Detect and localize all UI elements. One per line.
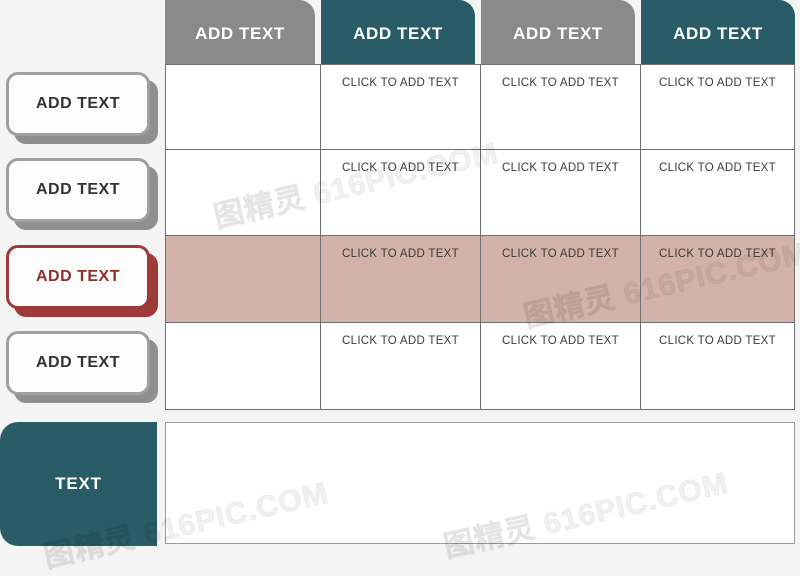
row-label-card-2[interactable]: ADD TEXT [6, 158, 158, 230]
table-cell-r1-c4[interactable]: CLICK TO ADD TEXT [641, 64, 795, 150]
row-label-text: ADD TEXT [36, 181, 120, 198]
row-label-card-face: ADD TEXT [6, 72, 150, 136]
table-cell-r3-c1[interactable] [165, 236, 321, 323]
column-header-1[interactable]: ADD TEXT [165, 0, 315, 68]
row-label-card-1[interactable]: ADD TEXT [6, 72, 158, 144]
slide-canvas: ADD TEXT ADD TEXT ADD TEXT ADD TEXT CLICK T… [0, 0, 800, 575]
column-header-2[interactable]: ADD TEXT [321, 0, 475, 68]
table-cell-r2-c2[interactable]: CLICK TO ADD TEXT [321, 150, 481, 236]
table-cell-text: CLICK TO ADD TEXT [502, 162, 619, 174]
row-label-card-4[interactable]: ADD TEXT [6, 331, 158, 403]
table-cell-r1-c3[interactable]: CLICK TO ADD TEXT [481, 64, 641, 150]
row-label-card-face: ADD TEXT [6, 158, 150, 222]
row-label-card-3[interactable]: ADD TEXT [6, 245, 158, 317]
table-cell-text: CLICK TO ADD TEXT [659, 335, 776, 347]
footer-label-text: TEXT [55, 474, 102, 493]
row-label-card-face: ADD TEXT [6, 331, 150, 395]
row-label-card-face: ADD TEXT [6, 245, 150, 309]
table-cell-text: CLICK TO ADD TEXT [502, 335, 619, 347]
column-header-4[interactable]: ADD TEXT [641, 0, 795, 68]
table-cell-r4-c4[interactable]: CLICK TO ADD TEXT [641, 323, 795, 410]
table-cell-text: CLICK TO ADD TEXT [342, 162, 459, 174]
table-cell-r4-c1[interactable] [165, 323, 321, 410]
table-cell-r1-c1[interactable] [165, 64, 321, 150]
table-cell-r2-c1[interactable] [165, 150, 321, 236]
table-cell-text: CLICK TO ADD TEXT [342, 248, 459, 260]
table-cell-text: CLICK TO ADD TEXT [502, 77, 619, 89]
table-cell-text: CLICK TO ADD TEXT [502, 248, 619, 260]
column-header-label: ADD TEXT [513, 24, 603, 43]
table-cell-r4-c3[interactable]: CLICK TO ADD TEXT [481, 323, 641, 410]
table-cell-r4-c2[interactable]: CLICK TO ADD TEXT [321, 323, 481, 410]
row-label-text: ADD TEXT [36, 354, 120, 371]
row-label-text: ADD TEXT [36, 268, 120, 285]
footer-content-panel[interactable] [165, 422, 795, 544]
table-cell-r1-c2[interactable]: CLICK TO ADD TEXT [321, 64, 481, 150]
table-cell-text: CLICK TO ADD TEXT [342, 77, 459, 89]
table-cell-r3-c2[interactable]: CLICK TO ADD TEXT [321, 236, 481, 323]
column-header-label: ADD TEXT [353, 24, 443, 43]
table-cell-text: CLICK TO ADD TEXT [659, 248, 776, 260]
table-cell-r2-c3[interactable]: CLICK TO ADD TEXT [481, 150, 641, 236]
table-cell-text: CLICK TO ADD TEXT [659, 162, 776, 174]
column-header-label: ADD TEXT [195, 24, 285, 43]
table-cell-text: CLICK TO ADD TEXT [659, 77, 776, 89]
table-cell-text: CLICK TO ADD TEXT [342, 335, 459, 347]
row-label-text: ADD TEXT [36, 95, 120, 112]
footer-label-block[interactable]: TEXT [0, 422, 157, 546]
table-cell-r2-c4[interactable]: CLICK TO ADD TEXT [641, 150, 795, 236]
table-cell-r3-c3[interactable]: CLICK TO ADD TEXT [481, 236, 641, 323]
table-cell-r3-c4[interactable]: CLICK TO ADD TEXT [641, 236, 795, 323]
column-header-3[interactable]: ADD TEXT [481, 0, 635, 68]
column-header-label: ADD TEXT [673, 24, 763, 43]
